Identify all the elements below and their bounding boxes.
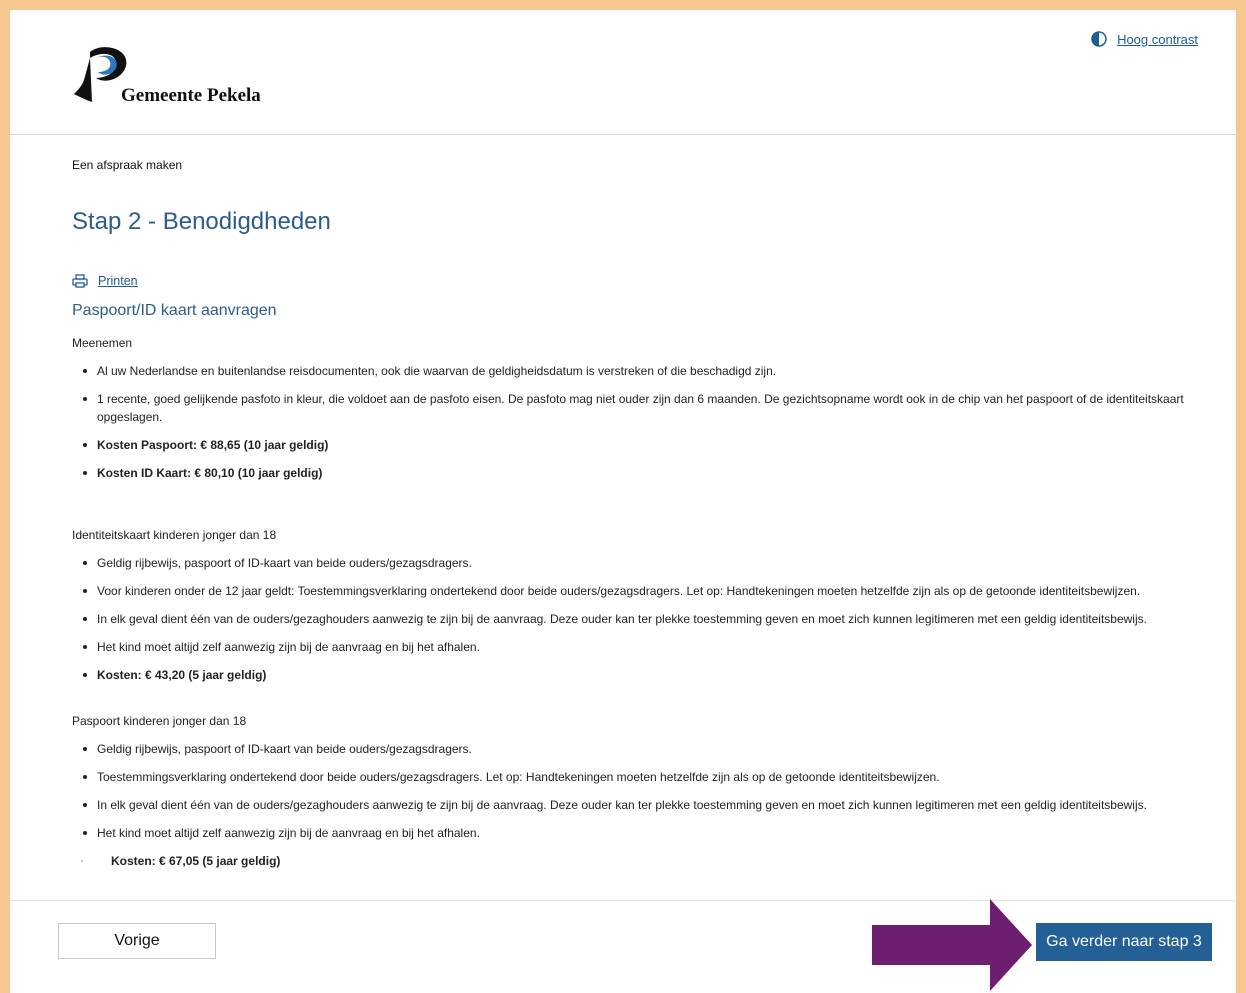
- section-label: Paspoort kinderen jonger dan 18: [72, 714, 247, 728]
- high-contrast-toggle[interactable]: Hoog contrast: [1091, 31, 1198, 47]
- list-item: Geldig rijbewijs, paspoort of ID-kaart v…: [83, 740, 1222, 758]
- list-item: Het kind moet altijd zelf aanwezig zijn …: [83, 824, 1222, 842]
- print-action[interactable]: Printen: [72, 274, 138, 288]
- list-item: Voor kinderen onder de 12 jaar geldt: To…: [83, 582, 1222, 600]
- section-label: Identiteitskaart kinderen jonger dan 18: [72, 528, 277, 542]
- section-label: Meenemen: [72, 336, 133, 350]
- logo-text: Gemeente Pekela: [121, 85, 261, 106]
- step-footer: Vorige Ga verder naar stap 3: [10, 899, 1236, 993]
- section-id-children: Identiteitskaart kinderen jonger dan 18 …: [72, 528, 1222, 694]
- list-item: In elk geval dient één van de ouders/gez…: [83, 610, 1222, 628]
- passport-children-list: Geldig rijbewijs, paspoort of ID-kaart v…: [72, 740, 1222, 870]
- print-link[interactable]: Printen: [98, 274, 138, 288]
- list-item: Toestemmingsverklaring ondertekend door …: [83, 768, 1222, 786]
- list-item: Kosten Paspoort: € 88,65 (10 jaar geldig…: [83, 436, 1222, 454]
- high-contrast-link[interactable]: Hoog contrast: [1117, 32, 1198, 47]
- list-item: In elk geval dient één van de ouders/gez…: [83, 796, 1222, 814]
- main-content: Een afspraak maken Stap 2 - Benodigdhede…: [72, 158, 1222, 868]
- list-item: Al uw Nederlandse en buitenlandse reisdo…: [83, 362, 1222, 380]
- next-step-button[interactable]: Ga verder naar stap 3: [1036, 923, 1212, 961]
- arrow-annotation-icon: [872, 899, 1032, 991]
- section-bring: Meenemen Al uw Nederlandse en buitenland…: [72, 336, 1222, 492]
- site-header: Gemeente Pekela Hoog contrast: [10, 10, 1236, 135]
- municipality-logo[interactable]: Gemeente Pekela: [72, 44, 292, 110]
- page-frame: Gemeente Pekela Hoog contrast Een afspra…: [10, 10, 1236, 993]
- id-children-list: Geldig rijbewijs, paspoort of ID-kaart v…: [72, 554, 1222, 684]
- list-item: 1 recente, goed gelijkende pasfoto in kl…: [83, 390, 1222, 426]
- section-passport-children: Paspoort kinderen jonger dan 18 Geldig r…: [72, 714, 1222, 880]
- list-item: Kosten: € 67,05 (5 jaar geldig): [81, 852, 1222, 870]
- list-item: Kosten ID Kaart: € 80,10 (10 jaar geldig…: [83, 464, 1222, 482]
- section-title: Paspoort/ID kaart aanvragen: [72, 302, 277, 319]
- list-item: Kosten: € 43,20 (5 jaar geldig): [83, 666, 1222, 684]
- bring-list: Al uw Nederlandse en buitenlandse reisdo…: [72, 362, 1222, 482]
- breadcrumb: Een afspraak maken: [72, 158, 183, 172]
- page-title: Stap 2 - Benodigdheden: [72, 208, 331, 235]
- previous-button[interactable]: Vorige: [58, 923, 216, 959]
- contrast-icon: [1091, 31, 1107, 47]
- list-item: Het kind moet altijd zelf aanwezig zijn …: [83, 638, 1222, 656]
- printer-icon: [72, 274, 88, 288]
- list-item: Geldig rijbewijs, paspoort of ID-kaart v…: [83, 554, 1222, 572]
